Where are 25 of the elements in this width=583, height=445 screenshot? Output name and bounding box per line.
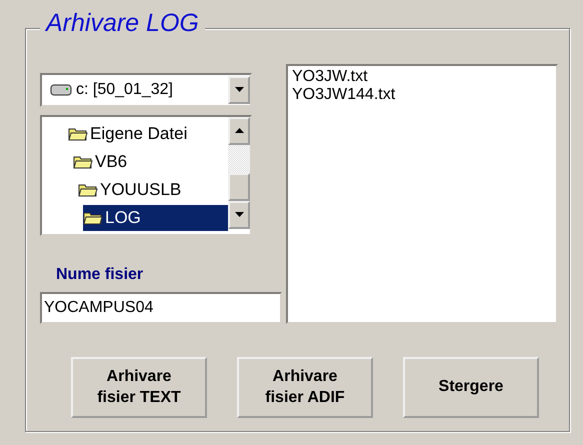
folder-item[interactable]: LOG (83, 204, 228, 231)
scroll-down-button[interactable] (228, 200, 250, 229)
folder-icon (78, 182, 98, 198)
folder-item[interactable]: Eigene Datei (68, 120, 192, 147)
file-name-field[interactable]: YOCAMPUS04 (40, 292, 282, 324)
folder-icon (68, 126, 88, 142)
file-item[interactable]: YO3JW.txt (292, 68, 552, 86)
up-arrow-icon (234, 128, 244, 134)
folder-icon (73, 154, 93, 170)
scroll-thumb[interactable] (228, 172, 250, 201)
dropdown-button[interactable] (228, 76, 250, 104)
caret-icon (234, 87, 244, 92)
action-button[interactable]: Arhivare fisier ADIF (237, 357, 373, 418)
file-item[interactable]: YO3JW144.txt (292, 86, 552, 104)
action-button[interactable]: Stergere (403, 357, 539, 418)
drive-value: c: [50_01_32] (76, 80, 174, 99)
folder-item[interactable]: YOUUSLB (78, 176, 186, 203)
action-button[interactable]: Arhivare fisier TEXT (71, 357, 207, 418)
folder-icon (83, 210, 103, 226)
down-arrow-icon (234, 212, 244, 218)
drive-dropdown[interactable]: c: [50_01_32] (40, 73, 252, 107)
folder-item[interactable]: VB6 (73, 148, 132, 175)
file-name-label: Nume fisier (56, 266, 144, 284)
scroll-up-button[interactable] (228, 116, 250, 145)
drive-icon (50, 84, 72, 96)
